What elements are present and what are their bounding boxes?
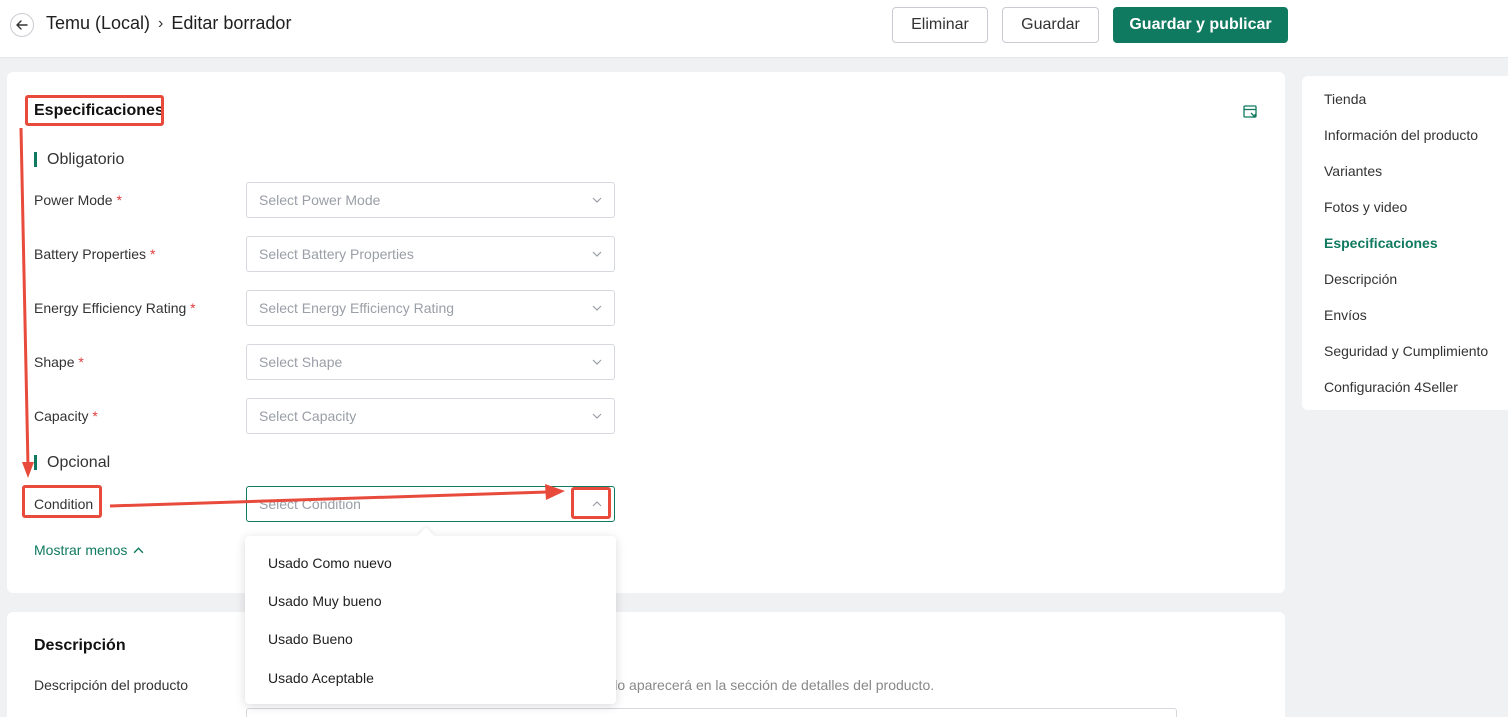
section-nav: Tienda Información del producto Variante… [1302, 76, 1508, 410]
energy-efficiency-select[interactable]: Select Energy Efficiency Rating [246, 290, 615, 326]
product-description-label: Descripción del producto [34, 677, 189, 693]
select-placeholder: Select Power Mode [259, 192, 381, 208]
battery-properties-label: Battery Properties * [34, 246, 156, 262]
chevron-down-icon [592, 359, 602, 365]
chevron-down-icon [592, 305, 602, 311]
dropdown-option[interactable]: Usado Como nuevo [245, 544, 616, 582]
nav-item-seguridad[interactable]: Seguridad y Cumplimiento [1324, 343, 1488, 359]
back-button[interactable] [10, 13, 34, 37]
dropdown-option[interactable]: Usado Aceptable [245, 659, 616, 697]
description-card: Descripción Descripción del producto ten… [7, 612, 1285, 717]
battery-properties-select[interactable]: Select Battery Properties [246, 236, 615, 272]
specifications-title: Especificaciones [34, 102, 164, 119]
chevron-down-icon [592, 251, 602, 257]
capacity-select[interactable]: Select Capacity [246, 398, 615, 434]
specifications-card: Especificaciones Obligatorio Power Mode … [7, 72, 1285, 593]
description-title: Descripción [34, 637, 126, 654]
breadcrumb-separator: › [158, 14, 164, 32]
nav-item-especificaciones[interactable]: Especificaciones [1324, 235, 1438, 251]
power-mode-select[interactable]: Select Power Mode [246, 182, 615, 218]
collapse-panel-icon[interactable] [1243, 105, 1258, 120]
nav-item-configuracion-4seller[interactable]: Configuración 4Seller [1324, 379, 1458, 395]
select-placeholder: Select Capacity [259, 408, 357, 424]
nav-item-envios[interactable]: Envíos [1324, 307, 1367, 323]
select-placeholder: Select Shape [259, 354, 343, 370]
dropdown-option[interactable]: Usado Bueno [245, 620, 616, 658]
select-placeholder: Select Energy Efficiency Rating [259, 300, 455, 316]
shape-label: Shape * [34, 354, 84, 370]
page-title: Editar borrador [171, 13, 292, 33]
nav-item-variantes[interactable]: Variantes [1324, 163, 1382, 179]
delete-button[interactable]: Eliminar [892, 7, 988, 43]
arrow-left-icon [16, 20, 28, 30]
save-button[interactable]: Guardar [1002, 7, 1099, 43]
optional-group-label: Opcional [34, 455, 110, 471]
chevron-down-icon [592, 197, 602, 203]
dropdown-option[interactable]: Usado Muy bueno [245, 582, 616, 620]
breadcrumb: Temu (Local) › Editar borrador [46, 13, 291, 34]
show-less-link[interactable]: Mostrar menos [34, 542, 144, 558]
chevron-up-icon [133, 546, 144, 553]
select-placeholder: Select Battery Properties [259, 246, 414, 262]
description-hint: tenido aparecerá en la sección de detall… [587, 677, 935, 693]
select-placeholder: Select Condition [259, 496, 361, 512]
nav-item-tienda[interactable]: Tienda [1324, 91, 1366, 107]
condition-label: Condition [34, 496, 94, 512]
capacity-label: Capacity * [34, 408, 98, 424]
nav-item-informacion-producto[interactable]: Información del producto [1324, 127, 1478, 143]
chevron-down-icon [592, 413, 602, 419]
breadcrumb-store[interactable]: Temu (Local) [46, 13, 150, 34]
nav-item-descripcion[interactable]: Descripción [1324, 271, 1397, 287]
condition-dropdown: Usado Como nuevo Usado Muy bueno Usado B… [245, 527, 616, 704]
chevron-up-icon[interactable] [592, 499, 602, 509]
power-mode-label: Power Mode * [34, 192, 122, 208]
nav-item-fotos-video[interactable]: Fotos y video [1324, 199, 1407, 215]
shape-select[interactable]: Select Shape [246, 344, 615, 380]
condition-select[interactable]: Select Condition [246, 486, 615, 522]
top-bar: Temu (Local) › Editar borrador Eliminar … [0, 0, 1508, 58]
description-editor[interactable] [246, 708, 1177, 717]
save-and-publish-button[interactable]: Guardar y publicar [1113, 7, 1288, 43]
required-group-label: Obligatorio [34, 152, 124, 168]
energy-efficiency-label: Energy Efficiency Rating * [34, 300, 196, 316]
